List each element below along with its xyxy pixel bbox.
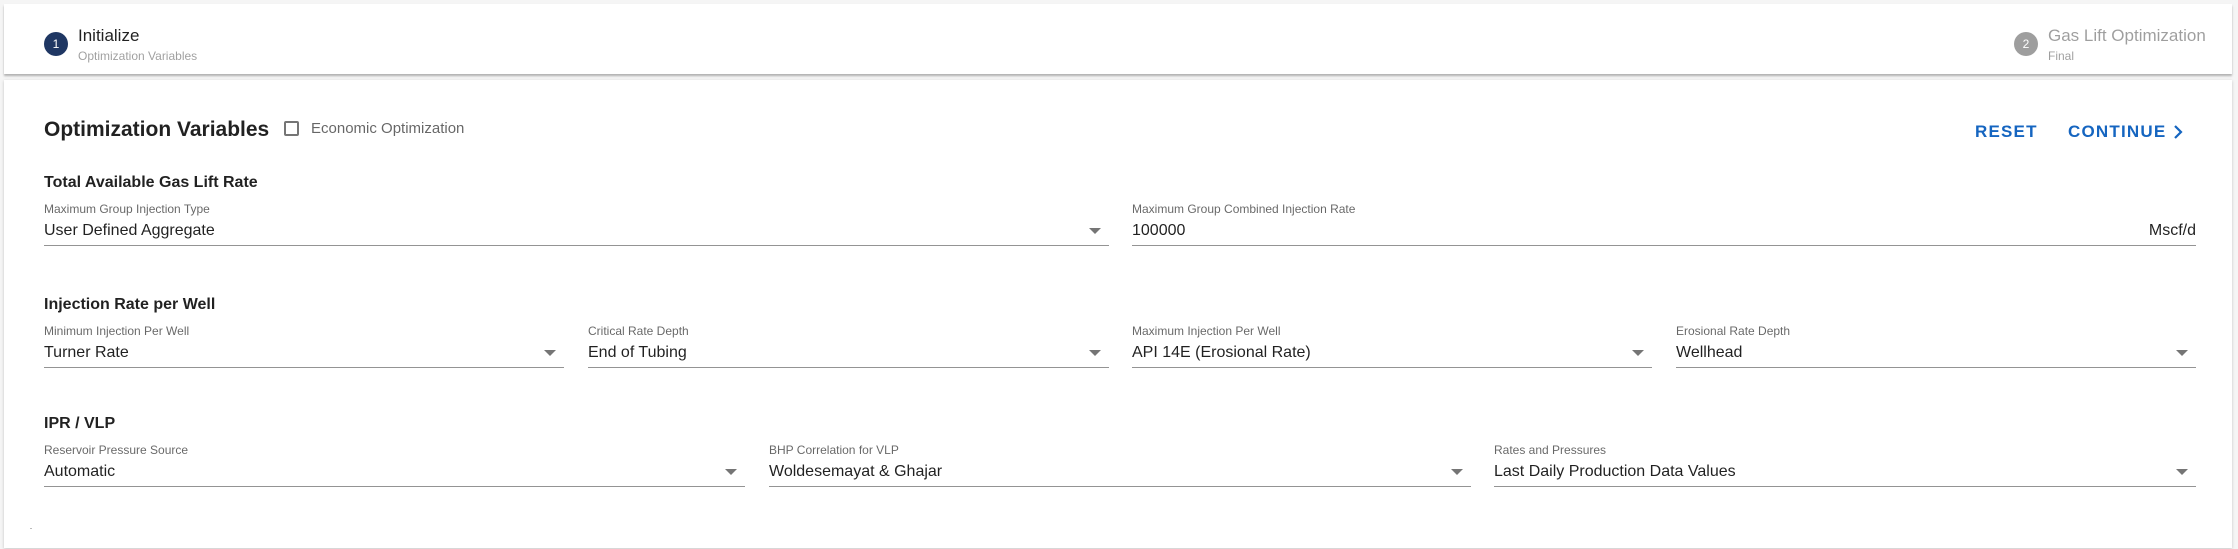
critical-rate-depth-select[interactable]: Critical Rate Depth End of Tubing <box>588 323 1109 368</box>
step-initialize[interactable]: 1 Initialize Optimization Variables <box>44 26 197 64</box>
field-value: API 14E (Erosional Rate) <box>1132 344 1311 361</box>
dropdown-arrow-icon <box>1089 228 1101 234</box>
field-label: BHP Correlation for VLP <box>769 443 899 457</box>
continue-button[interactable]: CONTINUE <box>2068 122 2184 142</box>
rates-pressures-select[interactable]: Rates and Pressures Last Daily Productio… <box>1494 442 2196 487</box>
field-label: Reservoir Pressure Source <box>44 443 189 457</box>
chevron-right-icon <box>2172 125 2184 139</box>
field-value: End of Tubing <box>588 344 687 361</box>
section-title-ipr-vlp: IPR / VLP <box>44 415 116 432</box>
field-value: Wellhead <box>1676 344 1743 361</box>
group-injection-type-select[interactable]: Maximum Group Injection Type User Define… <box>44 201 1109 246</box>
group-combined-rate-input[interactable]: Maximum Group Combined Injection Rate 10… <box>1132 201 2196 246</box>
continue-button-label: CONTINUE <box>2068 122 2167 141</box>
section-title-gas-lift: Total Available Gas Lift Rate <box>44 174 258 191</box>
step-title: Gas Lift Optimization <box>2048 26 2206 45</box>
dropdown-arrow-icon <box>2176 469 2188 475</box>
field-label: Rates and Pressures <box>1494 443 1607 457</box>
step-subtitle: Final <box>2048 49 2075 63</box>
min-injection-select[interactable]: Minimum Injection Per Well Turner Rate <box>44 323 564 368</box>
step-title: Initialize <box>78 26 140 45</box>
resize-handle <box>30 528 32 529</box>
field-label: Critical Rate Depth <box>588 324 689 338</box>
field-value: User Defined Aggregate <box>44 222 215 239</box>
reservoir-pressure-source-select[interactable]: Reservoir Pressure Source Automatic <box>44 442 745 487</box>
dropdown-arrow-icon <box>1451 469 1463 475</box>
field-value: Last Daily Production Data Values <box>1494 463 1736 480</box>
economic-optimization-label: Economic Optimization <box>311 120 465 137</box>
dropdown-arrow-icon <box>725 469 737 475</box>
field-value[interactable]: 100000 <box>1132 222 1185 240</box>
bhp-correlation-select[interactable]: BHP Correlation for VLP Woldesemayat & G… <box>769 442 1471 487</box>
reset-button[interactable]: RESET <box>1975 122 2038 142</box>
field-value: Automatic <box>44 463 116 480</box>
step-number-2: 2 <box>2014 32 2038 56</box>
page-title: Optimization Variables <box>44 118 270 141</box>
step-number-1: 1 <box>44 32 68 56</box>
field-value: Turner Rate <box>44 344 129 361</box>
field-label: Erosional Rate Depth <box>1676 324 1791 338</box>
field-label: Minimum Injection Per Well <box>44 324 190 338</box>
optimization-card: Optimization Variables Economic Optimiza… <box>4 80 2232 548</box>
dropdown-arrow-icon <box>1632 350 1644 356</box>
stepper: 1 Initialize Optimization Variables 2 Ga… <box>4 4 2232 74</box>
economic-optimization-toggle[interactable]: Economic Optimization <box>284 120 464 137</box>
erosional-rate-depth-select[interactable]: Erosional Rate Depth Wellhead <box>1676 323 2196 368</box>
dropdown-arrow-icon <box>544 350 556 356</box>
unit-suffix: Mscf/d <box>2148 222 2196 239</box>
section-title-injection: Injection Rate per Well <box>44 296 216 313</box>
dropdown-arrow-icon <box>2176 350 2188 356</box>
step-subtitle: Optimization Variables <box>78 49 198 63</box>
reset-button-label: RESET <box>1975 122 2038 141</box>
field-label: Maximum Group Combined Injection Rate <box>1132 202 1356 216</box>
field-label: Maximum Injection Per Well <box>1132 324 1281 338</box>
field-value: Woldesemayat & Ghajar <box>769 463 943 480</box>
economic-optimization-checkbox[interactable] <box>284 121 299 136</box>
max-injection-select[interactable]: Maximum Injection Per Well API 14E (Eros… <box>1132 323 1652 368</box>
field-label: Maximum Group Injection Type <box>44 202 210 216</box>
dropdown-arrow-icon <box>1089 350 1101 356</box>
step-gas-lift-optimization[interactable]: 2 Gas Lift Optimization Final <box>2014 26 2206 64</box>
